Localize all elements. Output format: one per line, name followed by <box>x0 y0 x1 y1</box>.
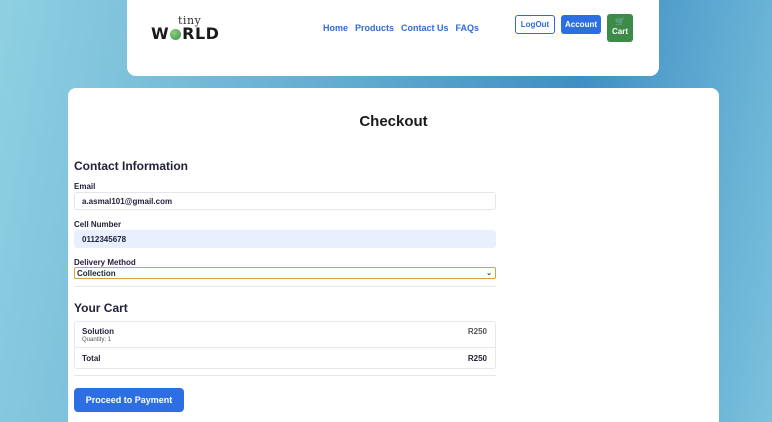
chevron-down-icon: ⌄ <box>486 270 492 277</box>
cell-number-label: Cell Number <box>74 220 122 229</box>
proceed-to-payment-button[interactable]: Proceed to Payment <box>74 388 184 412</box>
nav-link-products[interactable]: Products <box>355 23 394 33</box>
cart-item-quantity: Quantity: 1 <box>82 337 112 343</box>
cart-section-title: Your Cart <box>74 301 128 315</box>
nav-link-faqs[interactable]: FAQs <box>456 23 480 33</box>
list-item: Solution Quantity: 1 R250 <box>75 322 495 348</box>
divider <box>74 286 496 287</box>
cart-total-row: Total R250 <box>75 348 495 368</box>
email-field[interactable]: a.asmal101@gmail.com <box>74 192 496 210</box>
cart-list: Solution Quantity: 1 R250 Total R250 <box>74 321 496 369</box>
page-title: Checkout <box>359 113 428 130</box>
cart-item-name: Solution <box>82 327 114 336</box>
cell-number-field[interactable]: 0112345678 <box>74 230 496 248</box>
email-label: Email <box>74 182 96 191</box>
divider <box>74 375 496 376</box>
logo-world-text: W RLD <box>151 24 220 43</box>
cart-total-value: R250 <box>467 354 487 363</box>
account-button[interactable]: Account <box>561 15 601 34</box>
logo[interactable]: tiny W RLD <box>151 14 221 44</box>
cart-item-price: R250 <box>467 327 487 336</box>
navbar: tiny W RLD Home Products Contact Us FAQs … <box>127 0 659 76</box>
shopping-cart-icon: 🛒 <box>615 17 625 26</box>
cart-button[interactable]: 🛒 Cart <box>607 14 633 42</box>
nav-links: Home Products Contact Us FAQs <box>323 23 479 33</box>
delivery-method-label: Delivery Method <box>74 258 136 267</box>
logout-button[interactable]: LogOut <box>515 15 555 34</box>
globe-icon <box>170 29 182 40</box>
nav-link-home[interactable]: Home <box>323 23 348 33</box>
checkout-card: Checkout Contact Information Email a.asm… <box>68 88 719 422</box>
cart-total-label: Total <box>82 354 101 363</box>
cart-button-label: Cart <box>611 27 628 36</box>
delivery-method-value: Collection <box>77 269 116 278</box>
contact-section-title: Contact Information <box>74 159 188 173</box>
nav-link-contact-us[interactable]: Contact Us <box>401 23 449 33</box>
delivery-method-select[interactable]: Collection ⌄ <box>74 267 496 279</box>
